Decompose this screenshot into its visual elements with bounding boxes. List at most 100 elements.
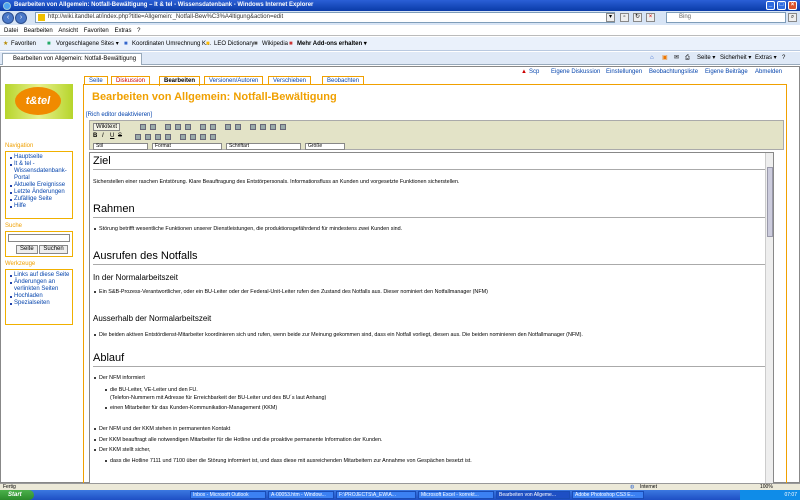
search-icon[interactable]: ⌕ [788,13,797,22]
tool-hochladen[interactable]: Hochladen [10,293,70,300]
table-icon[interactable] [270,124,276,130]
undo-icon[interactable] [200,124,206,130]
italic-icon[interactable]: I [102,133,104,139]
browser-tab-bar: Bearbeiten von Allgemein: Notfall-Bewält… [0,52,800,73]
paste-icon[interactable] [185,124,191,130]
dropdown-icon[interactable]: ▾ [606,13,615,22]
tool-help[interactable]: ? [782,54,785,62]
task-projects[interactable]: F:\PROJECTS\A_EW\A... [336,491,416,499]
tool-links-hierher[interactable]: Links auf diese Seite [10,272,70,279]
task-photoshop[interactable]: Adobe Photoshop CS3 E... [572,491,644,499]
rich-text-editor[interactable]: Ziel Sicherstellen einer raschen Entstör… [89,152,774,485]
rich-editor-toggle[interactable]: [Rich editor deaktivieren] [86,112,152,118]
new-page-icon[interactable] [140,124,146,130]
refresh-icon[interactable]: ↻ [633,13,642,22]
search-portlet: Seite Suchen [5,231,73,257]
nav-letzte-aenderungen[interactable]: Letzte Änderungen [10,189,70,196]
menu-ansicht[interactable]: Ansicht [58,26,78,36]
fav-addons[interactable]: Mehr Add-ons erhalten ▾ [297,40,367,48]
list-item: Der NFM informiert [93,375,145,381]
fav-leo[interactable]: LEO Dictionary [214,40,254,48]
tool-spezialseiten[interactable]: Spezialseiten [10,300,70,307]
print-icon[interactable]: ⎙ [685,54,690,62]
numbered-list-icon[interactable] [135,134,141,140]
strike-icon[interactable]: S [118,133,122,139]
menu-help[interactable]: ? [137,26,140,36]
tool-sicherheit[interactable]: Sicherheit ▾ [720,54,751,62]
nav-hilfe[interactable]: Hilfe [10,203,70,210]
wiki-search-input[interactable] [8,234,70,242]
image-icon[interactable] [260,124,266,130]
menu-favoriten[interactable]: Favoriten [84,26,109,36]
start-button[interactable]: Start [0,490,34,500]
link-user[interactable]: Scp [529,68,539,76]
format-select[interactable]: Format [152,143,222,150]
mail-icon[interactable]: ✉ [674,54,679,62]
link-eigene-beitraege[interactable]: Eigene Beiträge [705,68,748,76]
link-abmelden[interactable]: Abmelden [755,68,782,76]
special-char-icon[interactable] [280,124,286,130]
search-input[interactable]: Bing [666,12,786,23]
wiki-go-button[interactable]: Seite [16,245,38,254]
find-icon[interactable] [225,124,231,130]
tool-seite[interactable]: Seite ▾ [697,54,715,62]
align-center-icon[interactable] [190,134,196,140]
forward-icon[interactable]: › [15,12,27,24]
indent-icon[interactable] [165,134,171,140]
favorites-button[interactable]: Favoriten [11,40,36,48]
address-input[interactable]: http://wiki.itandtel.at/index.php?title=… [35,12,615,23]
link-eigene-diskussion[interactable]: Eigene Diskussion [551,68,600,76]
nav-aktuelle-ereignisse[interactable]: Aktuelle Ereignisse [10,182,70,189]
fav-suggested-sites[interactable]: Vorgeschlagene Sites ▾ [56,40,119,48]
close-icon[interactable]: × [788,1,797,10]
preview-icon[interactable] [150,124,156,130]
wiki-search-button[interactable]: Suchen [39,245,68,254]
nav-hauptseite[interactable]: Hauptseite [10,154,70,161]
link-beobachtungsliste[interactable]: Beobachtungsliste [649,68,698,76]
tool-extras[interactable]: Extras ▾ [755,54,777,62]
site-logo[interactable]: t&tel [5,84,73,119]
task-outlook[interactable]: Inbox - Microsoft Outlook [190,491,266,499]
nav-portal[interactable]: It & tel - Wissensdatenbank-Portal [10,161,70,182]
task-window[interactable]: A-00053.htm - Window... [268,491,334,499]
menu-datei[interactable]: Datei [4,26,18,36]
fav-koordinaten[interactable]: Koordinaten Umrechnung K... [132,40,211,48]
editor-scrollbar[interactable] [765,153,773,484]
favorites-star-icon[interactable]: ★ [3,40,8,48]
cut-icon[interactable] [165,124,171,130]
scrollbar-thumb[interactable] [767,167,773,237]
redo-icon[interactable] [210,124,216,130]
minimize-icon[interactable]: _ [766,1,775,10]
feeds-icon[interactable]: ▣ [662,54,668,62]
compat-view-icon[interactable]: ▫ [620,13,629,22]
fav-wikipedia[interactable]: Wikipedia [262,40,288,48]
outdent-icon[interactable] [155,134,161,140]
copy-icon[interactable] [175,124,181,130]
link-einstellungen[interactable]: Einstellungen [606,68,642,76]
font-select[interactable]: Schriftart [226,143,301,150]
back-icon[interactable]: ‹ [2,12,14,24]
underline-icon[interactable]: U [110,133,114,139]
menu-bearbeiten[interactable]: Bearbeiten [24,26,53,36]
justify-icon[interactable] [210,134,216,140]
task-ie-active[interactable]: Bearbeiten von Allgeme... [496,491,570,499]
browser-tab-active[interactable]: Bearbeiten von Allgemein: Notfall-Bewält… [2,53,142,73]
menu-extras[interactable]: Extras [114,26,131,36]
home-icon[interactable]: ⌂ [650,54,654,62]
stop-icon[interactable]: × [646,13,655,22]
paragraph-ziel: Sicherstellen einer raschen Entstörung. … [93,179,460,185]
replace-icon[interactable] [235,124,241,130]
align-left-icon[interactable] [180,134,186,140]
bold-icon[interactable]: B [93,133,97,139]
style-select[interactable]: Stil [93,143,148,150]
maximize-icon[interactable]: □ [777,1,786,10]
ie-logo-icon [3,2,11,10]
task-excel[interactable]: Microsoft Excel - korrekt... [418,491,494,499]
link-icon[interactable] [250,124,256,130]
nav-zufaellige-seite[interactable]: Zufällige Seite [10,196,70,203]
size-select[interactable]: Größe [305,143,345,150]
align-right-icon[interactable] [200,134,206,140]
bullet-list-icon[interactable] [145,134,151,140]
tool-aenderungen-verlinkt[interactable]: Änderungen an verlinkten Seiten [10,279,70,293]
wikitext-button[interactable]: Wikitext [93,123,120,131]
